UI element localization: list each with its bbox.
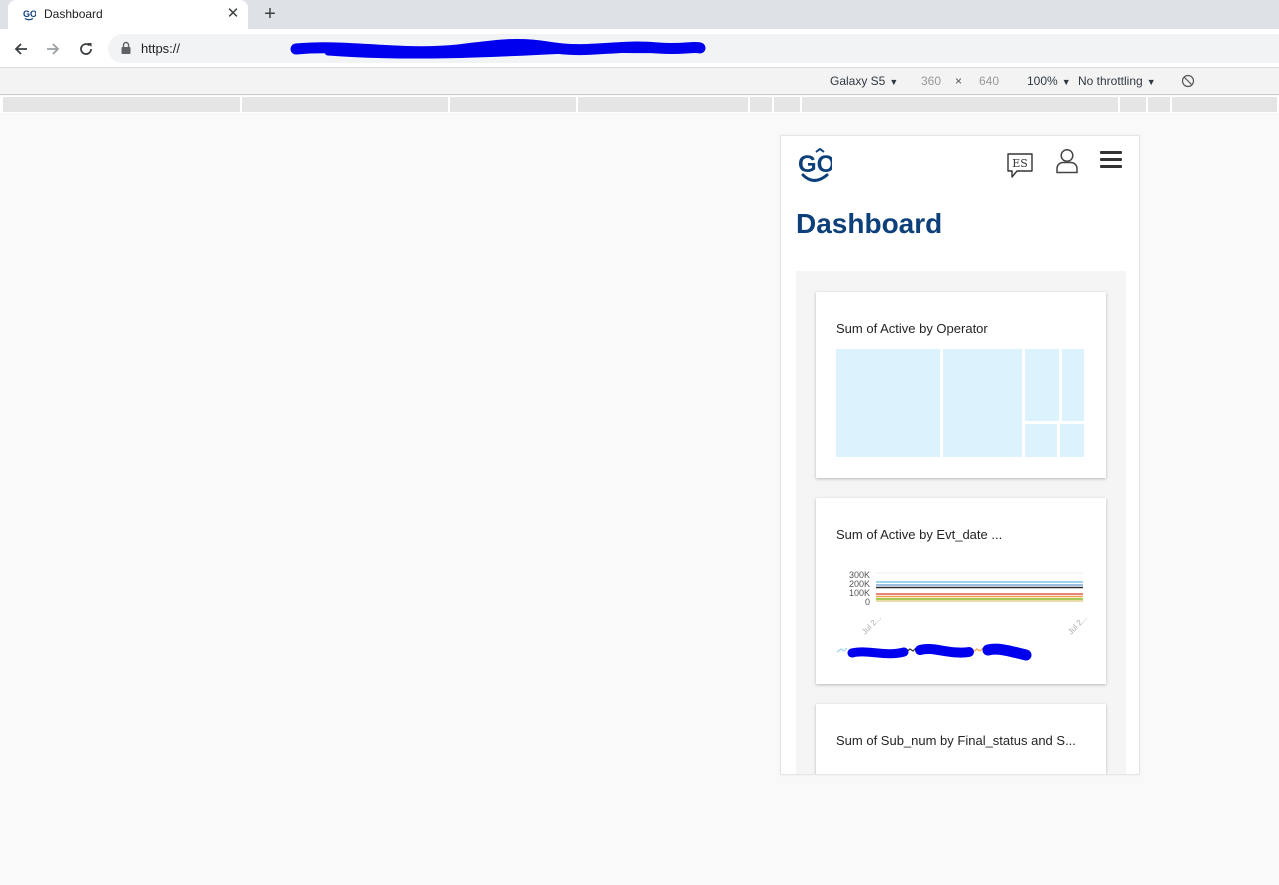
treemap-cell[interactable] (836, 349, 940, 457)
line-chart-plot[interactable] (876, 572, 1084, 606)
height-input[interactable]: 640 (979, 74, 999, 88)
reload-icon[interactable] (75, 38, 97, 60)
go-logo-icon[interactable]: GO (798, 148, 832, 186)
url-redaction-scribble (290, 38, 706, 59)
media-query-segment[interactable] (1120, 97, 1146, 112)
language-chat-icon[interactable]: ES (1005, 152, 1035, 180)
svg-text:GO: GO (23, 9, 36, 19)
media-query-segment[interactable] (1148, 97, 1170, 112)
x-tick-label: Jul 2... (1066, 613, 1090, 637)
hamburger-menu-icon[interactable] (1100, 151, 1122, 169)
legend-swatch-icon (836, 647, 848, 653)
chart-legend (836, 643, 1032, 661)
y-tick-label: 0 (864, 597, 870, 607)
chart-card-sub-num[interactable]: Sum of Sub_num by Final_status and S... (816, 704, 1106, 774)
media-query-segment[interactable] (450, 97, 576, 112)
close-tab-icon[interactable]: ✕ (224, 5, 242, 23)
new-tab-icon[interactable]: + (259, 3, 281, 25)
treemap-cell[interactable] (1025, 424, 1057, 457)
url-text: https:// (141, 41, 181, 56)
legend-redaction-scribble (847, 647, 909, 659)
go-favicon-icon: GO (23, 9, 36, 21)
treemap-cell[interactable] (1025, 349, 1059, 421)
x-tick-label: Jul 2... (860, 613, 884, 637)
lock-icon (121, 41, 131, 54)
zoom-select[interactable]: 100% ▼ (1027, 74, 1071, 88)
tab-title: Dashboard (44, 7, 103, 21)
dashboard-panel: Sum of Active by Operator Sum of Active … (796, 271, 1126, 774)
page-title: Dashboard (796, 208, 943, 239)
treemap-cell[interactable] (1060, 424, 1084, 457)
media-query-segment[interactable] (802, 97, 1118, 112)
forward-arrow-icon[interactable] (42, 38, 64, 60)
treemap-cell[interactable] (943, 349, 1022, 457)
address-bar[interactable]: https:// (108, 34, 1279, 63)
media-query-segment[interactable] (750, 97, 772, 112)
media-query-segment[interactable] (3, 97, 240, 112)
language-label: ES (1012, 157, 1028, 170)
user-icon[interactable] (1055, 148, 1079, 174)
treemap-chart[interactable] (836, 349, 1084, 457)
rotate-icon[interactable] (1181, 74, 1195, 88)
device-select[interactable]: Galaxy S5 ▼ (830, 74, 898, 88)
throttling-select[interactable]: No throttling ▼ (1078, 74, 1156, 88)
dimension-separator: × (955, 74, 963, 88)
card-title: Sum of Active by Operator (836, 321, 988, 336)
line-chart[interactable]: 300K 200K 100K 0 Jul 2... Jul 2... (836, 568, 1090, 666)
media-query-segment[interactable] (1172, 97, 1277, 112)
device-viewport: GO ES Dashboard Sum of Active by Operato… (780, 135, 1140, 775)
card-title: Sum of Active by Evt_date ... (836, 527, 1003, 542)
legend-redaction-scribble (915, 644, 974, 658)
browser-toolbar: https:// (0, 29, 1279, 68)
media-query-segment[interactable] (242, 97, 448, 112)
browser-tab[interactable]: GO Dashboard ✕ (8, 0, 248, 29)
device-toolbar: Galaxy S5 ▼ 360 × 640 100% ▼ No throttling… (0, 68, 1279, 95)
legend-swatch-icon (972, 647, 984, 653)
media-query-segment[interactable] (578, 97, 748, 112)
width-input[interactable]: 360 (921, 74, 941, 88)
card-title: Sum of Sub_num by Final_status and S... (836, 733, 1076, 748)
legend-redaction-scribble (982, 643, 1032, 661)
media-query-segment[interactable] (774, 97, 800, 112)
browser-tab-strip: GO Dashboard ✕ + (0, 0, 1279, 29)
treemap-cell[interactable] (1062, 349, 1084, 421)
back-arrow-icon[interactable] (10, 38, 32, 60)
media-query-bar (0, 96, 1279, 113)
chart-card-operator[interactable]: Sum of Active by Operator (816, 292, 1106, 478)
chart-card-evt-date[interactable]: Sum of Active by Evt_date ... 300K 200K … (816, 498, 1106, 684)
